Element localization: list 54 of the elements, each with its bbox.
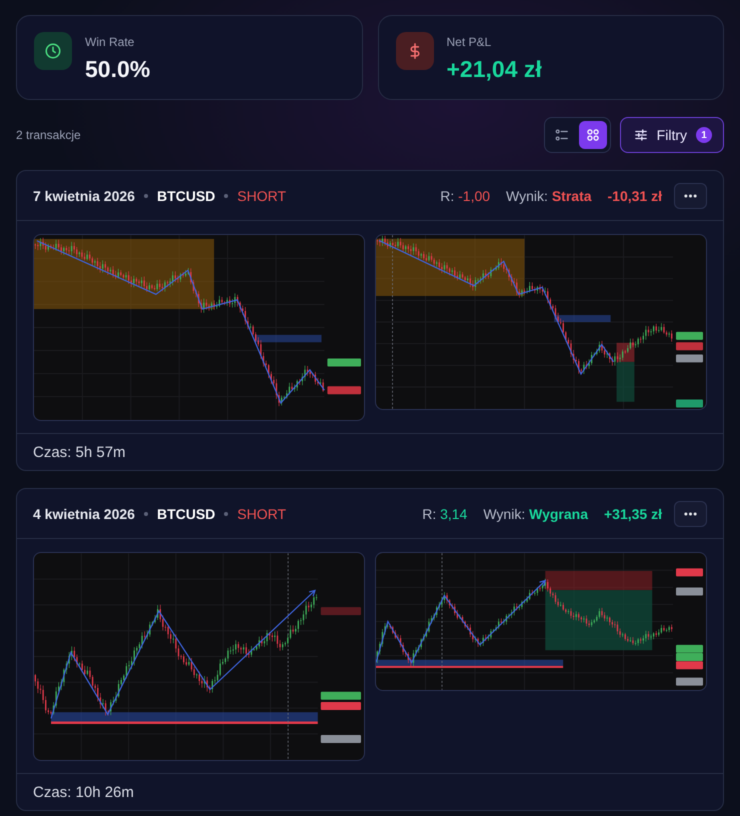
trade-direction: SHORT <box>237 188 286 204</box>
fvg-zone <box>554 315 611 322</box>
trade-direction: SHORT <box>237 506 286 522</box>
trade-result: Wynik: Wygrana <box>483 506 588 522</box>
trade-date: 4 kwietnia 2026 <box>33 506 135 522</box>
price-tag <box>676 332 703 340</box>
price-tag <box>676 661 703 670</box>
list-icon <box>554 128 569 142</box>
trade-result: Wynik: Strata <box>506 188 592 204</box>
price-tag <box>676 400 703 408</box>
trade-duration: Czas: 10h 26m <box>33 784 134 800</box>
dot-separator-icon <box>224 512 228 516</box>
dollar-icon <box>396 32 434 70</box>
price-tag <box>676 587 703 596</box>
more-button[interactable] <box>674 182 707 208</box>
trade-pnl: +31,35 zł <box>604 506 662 522</box>
r-multiple: R: -1,00 <box>440 188 490 204</box>
more-button[interactable] <box>674 500 707 526</box>
price-tag <box>320 735 361 744</box>
stat-value: 50.0% <box>85 55 150 83</box>
price-tag <box>327 386 361 394</box>
trade-duration: Czas: 5h 57m <box>33 444 126 460</box>
stat-value: +21,04 zł <box>446 55 542 83</box>
dot-separator-icon <box>144 512 148 516</box>
dot-separator-icon <box>144 194 148 198</box>
trade-symbol: BTCUSD <box>156 188 216 204</box>
fvg-zone <box>254 334 322 342</box>
price-tag <box>676 354 703 362</box>
r-multiple: R: 3,14 <box>422 506 468 522</box>
trade-date: 7 kwietnia 2026 <box>33 188 135 204</box>
sliders-icon <box>634 128 648 142</box>
stat-label: Net P&L <box>446 34 492 50</box>
price-tag <box>676 342 703 350</box>
filter-count-badge: 1 <box>696 127 712 143</box>
price-tag <box>676 568 703 576</box>
price-tag <box>676 644 703 653</box>
price-tag <box>320 607 361 616</box>
stop-loss-zone <box>616 342 634 362</box>
more-icon <box>684 512 697 516</box>
more-icon <box>684 194 697 198</box>
take-profit-zone <box>616 362 634 402</box>
clock-icon <box>34 32 72 70</box>
trade-symbol: BTCUSD <box>156 506 216 522</box>
dot-separator-icon <box>224 194 228 198</box>
price-tag <box>320 702 361 710</box>
price-tag <box>320 692 361 700</box>
price-tag <box>327 358 361 367</box>
grid-icon <box>586 128 600 142</box>
price-tag <box>676 678 703 686</box>
grid-view-button[interactable] <box>578 121 607 149</box>
stat-label: Win Rate <box>85 34 136 50</box>
transaction-count: 2 transakcje <box>16 128 81 142</box>
filter-button[interactable]: Filtry 1 <box>620 117 724 153</box>
trade-pnl: -10,31 zł <box>608 188 662 204</box>
